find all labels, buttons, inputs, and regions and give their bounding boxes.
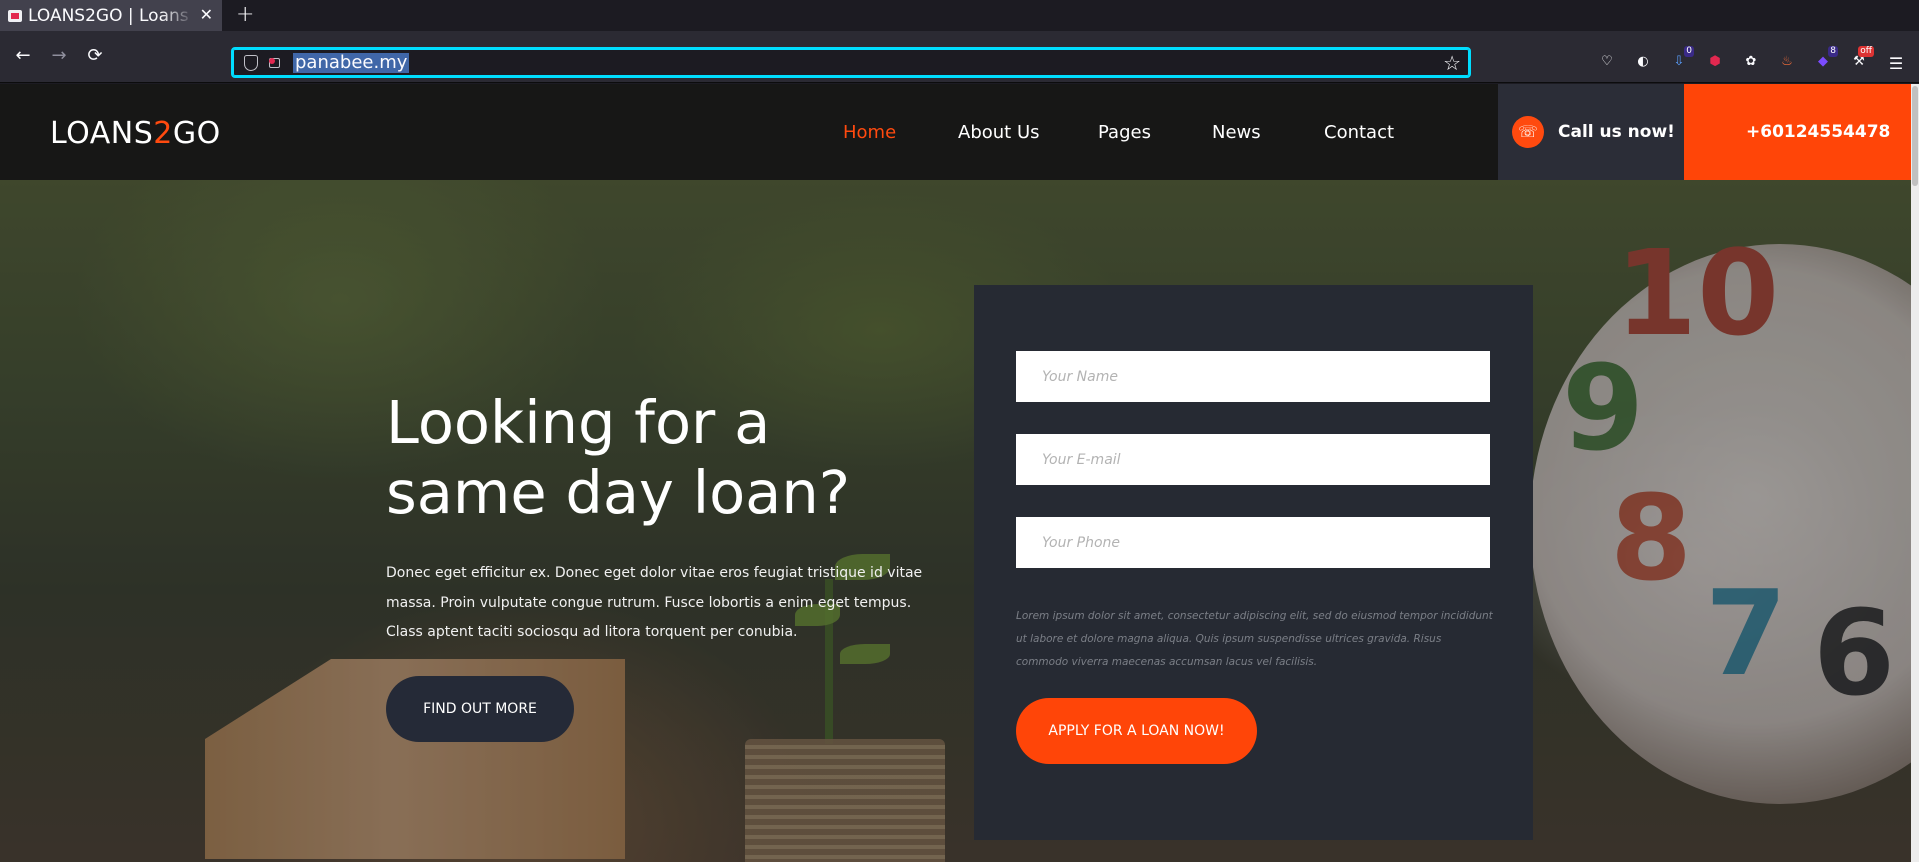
headline-line: Looking for a	[386, 388, 771, 457]
download-icon[interactable]: ⇩ 0	[1670, 46, 1694, 70]
app-menu-icon[interactable]: ☰	[1884, 52, 1908, 76]
extension-badge: off	[1858, 46, 1874, 57]
close-tab-icon[interactable]: ✕	[200, 5, 213, 24]
logo-accent: 2	[153, 116, 173, 151]
bookmark-star-icon[interactable]: ☆	[1443, 51, 1461, 75]
url-text[interactable]: panabee.my	[293, 53, 410, 73]
page-scrollbar[interactable]	[1911, 84, 1919, 862]
forward-button[interactable]: →	[47, 44, 71, 68]
hero-overlay	[0, 180, 1919, 862]
hero-headline: Looking for a same day loan?	[386, 388, 906, 528]
site-favicon-icon	[8, 9, 22, 22]
phone-icon: ☏	[1512, 116, 1544, 148]
insecure-lock-icon[interactable]	[269, 58, 280, 68]
nav-about-us[interactable]: About Us	[958, 122, 1040, 143]
phone-number-button[interactable]: +60124554478	[1684, 84, 1919, 180]
url-bar[interactable]: panabee.my ☆	[231, 47, 1471, 78]
browser-tab-strip: LOANS2GO | Loans ✕ +	[0, 0, 1919, 31]
nav-home[interactable]: Home	[843, 122, 896, 143]
ublock-icon[interactable]: ⬢	[1706, 52, 1724, 70]
browser-tab[interactable]: LOANS2GO | Loans ✕	[0, 0, 222, 31]
extension-badge: 0	[1684, 46, 1694, 57]
phone-number: +60124554478	[1746, 122, 1891, 142]
nav-news[interactable]: News	[1212, 122, 1261, 143]
logo-part: LOANS	[50, 116, 154, 151]
tracking-shield-icon[interactable]	[244, 55, 258, 71]
cookie-icon[interactable]: ✿	[1742, 52, 1760, 70]
pocket-icon[interactable]: ♡	[1598, 52, 1616, 70]
reload-button[interactable]: ⟳	[83, 44, 107, 68]
extension-badge-icon[interactable]: ◆ 8	[1814, 46, 1838, 70]
call-us-box[interactable]: ☏ Call us now!	[1498, 84, 1684, 180]
site-logo[interactable]: LOANS2GO	[50, 116, 221, 151]
tools-icon[interactable]: ⚒ off	[1850, 46, 1874, 70]
back-button[interactable]: ←	[11, 44, 35, 68]
site-header: LOANS2GO Home About Us Pages News Contac…	[0, 84, 1919, 180]
privacy-icon[interactable]: ◐	[1634, 52, 1652, 70]
extension-badge: 8	[1828, 46, 1838, 57]
find-out-more-button[interactable]: FIND OUT MORE	[386, 676, 574, 742]
scrollbar-thumb[interactable]	[1912, 86, 1918, 186]
nav-contact[interactable]: Contact	[1324, 122, 1394, 143]
phone-input[interactable]	[1016, 517, 1490, 568]
call-us-label: Call us now!	[1558, 122, 1675, 142]
logo-part: GO	[172, 116, 221, 151]
tab-title: LOANS2GO | Loans	[28, 5, 189, 26]
nav-pages[interactable]: Pages	[1098, 122, 1151, 143]
web-page: 10 9 8 7 6 LOANS2GO Home About Us Pages …	[0, 84, 1919, 862]
hero-lead-text: Donec eget efficitur ex. Donec eget dolo…	[386, 565, 923, 640]
fire-icon[interactable]: ♨	[1778, 52, 1796, 70]
headline-line: same day loan?	[386, 458, 851, 527]
new-tab-button[interactable]: +	[236, 2, 254, 27]
name-input[interactable]	[1016, 351, 1490, 402]
form-disclaimer: Lorem ipsum dolor sit amet, consectetur …	[1016, 610, 1493, 668]
loan-form: Lorem ipsum dolor sit amet, consectetur …	[974, 285, 1533, 840]
apply-loan-button[interactable]: APPLY FOR A LOAN NOW!	[1016, 698, 1257, 764]
email-input[interactable]	[1016, 434, 1490, 485]
